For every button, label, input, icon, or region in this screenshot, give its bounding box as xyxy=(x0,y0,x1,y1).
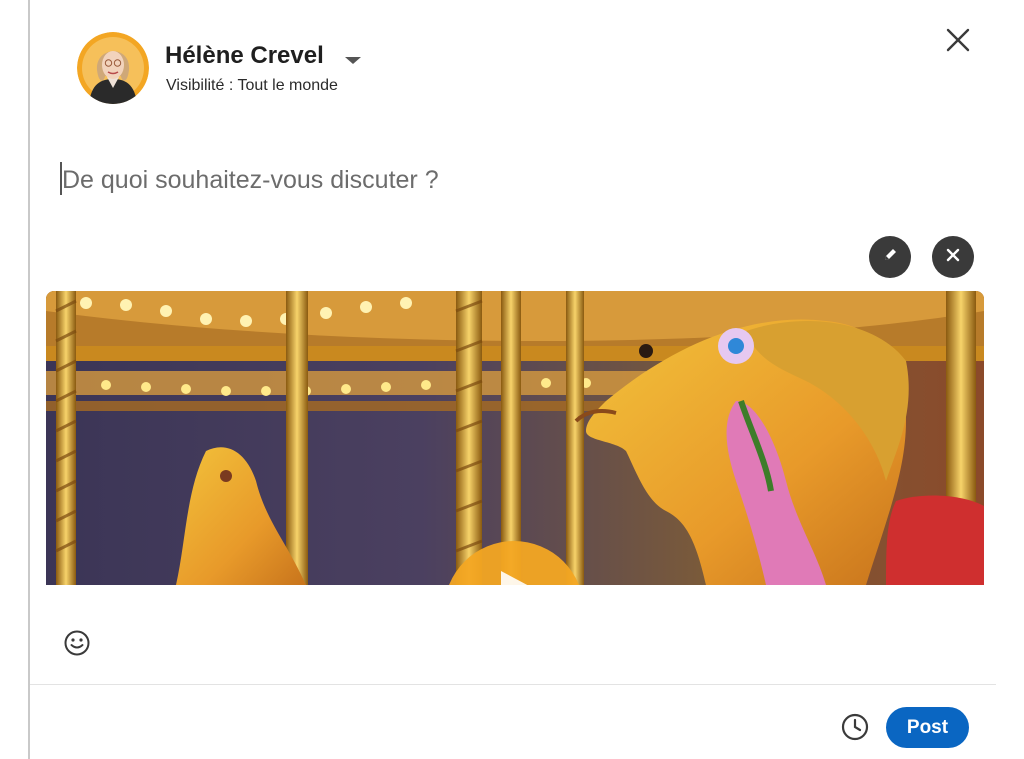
remove-media-button[interactable] xyxy=(932,236,974,278)
clock-icon[interactable] xyxy=(838,710,872,744)
x-icon xyxy=(944,246,962,269)
author-name: Hélène Crevel xyxy=(165,42,324,69)
avatar[interactable] xyxy=(77,32,149,104)
close-icon[interactable] xyxy=(938,20,978,60)
modal-left-border xyxy=(28,0,30,759)
media-preview[interactable] xyxy=(46,291,984,585)
pencil-icon xyxy=(880,245,900,270)
smiley-icon[interactable] xyxy=(62,628,92,658)
edit-media-button[interactable] xyxy=(869,236,911,278)
footer-divider xyxy=(30,684,996,685)
visibility-label[interactable]: Visibilité : Tout le monde xyxy=(166,77,338,95)
caret-down-icon[interactable] xyxy=(338,49,368,71)
post-button[interactable]: Post xyxy=(886,707,969,748)
post-text-input[interactable] xyxy=(62,160,942,200)
